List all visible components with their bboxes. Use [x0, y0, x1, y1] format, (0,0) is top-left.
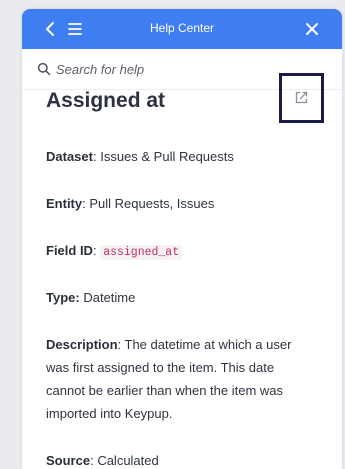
search-icon	[37, 62, 51, 76]
field-value: Calculated	[97, 453, 159, 468]
external-link-icon[interactable]	[294, 90, 309, 105]
field-description: Description: The datetime at which a use…	[46, 333, 308, 425]
field-entity: Entity: Pull Requests, Issues	[46, 192, 214, 215]
field-value: Pull Requests, Issues	[89, 196, 215, 211]
field-label: Entity	[46, 196, 83, 211]
search-input[interactable]	[56, 59, 306, 79]
field-type: Type: Datetime	[46, 286, 135, 309]
article-title: Assigned at	[46, 89, 166, 112]
field-label: Description	[46, 337, 118, 352]
field-separator: :	[117, 337, 125, 352]
field-dataset: Dataset: Issues & Pull Requests	[46, 145, 234, 168]
field-id-code: assigned_at	[100, 245, 183, 260]
field-id: Field ID: assigned_at	[46, 239, 183, 264]
field-value: Issues & Pull Requests	[100, 149, 234, 164]
field-value: Datetime	[83, 290, 136, 305]
field-label: Source	[46, 453, 91, 468]
field-source: Source: Calculated	[46, 449, 159, 469]
field-label: Type:	[46, 290, 80, 305]
header-title: Help Center	[149, 21, 215, 35]
field-label: Field ID	[46, 243, 93, 258]
close-icon[interactable]	[303, 20, 321, 38]
field-label: Dataset	[46, 149, 93, 164]
help-center-header: Help Center	[22, 9, 342, 49]
